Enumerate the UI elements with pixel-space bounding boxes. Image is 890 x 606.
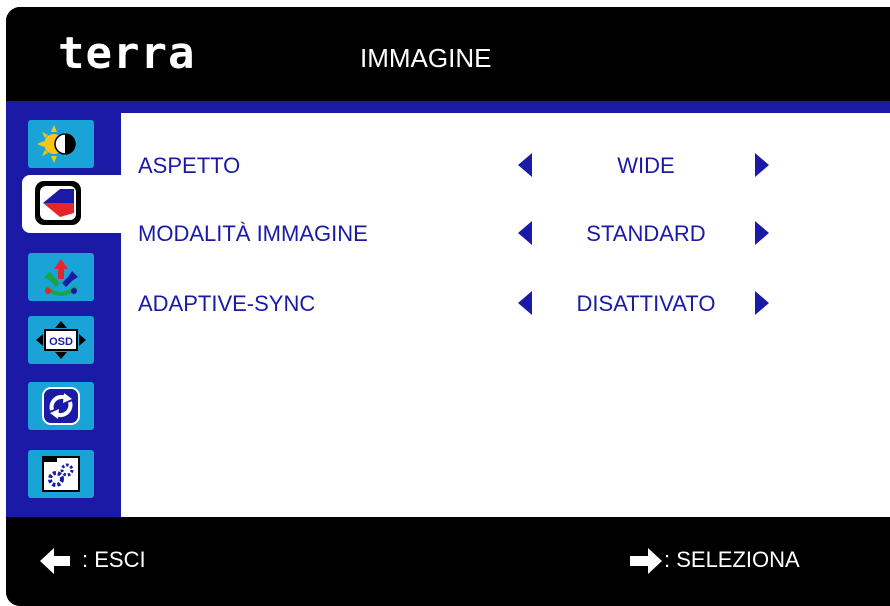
right-arrow-icon[interactable] [755, 291, 769, 315]
sidebar-item-osd[interactable]: OSD [28, 316, 94, 364]
menu-row-picture-mode[interactable]: MODALITÀ IMMAGINE STANDARD [121, 219, 890, 249]
row-value: WIDE [617, 153, 675, 178]
sidebar-item-color[interactable] [28, 253, 94, 301]
left-arrow-icon[interactable] [518, 291, 532, 315]
image-setup-icon [35, 181, 81, 225]
svg-text:OSD: OSD [49, 336, 73, 348]
menu-row-adaptive-sync[interactable]: ADAPTIVE-SYNC DISATTIVATO [121, 289, 890, 319]
header-divider [6, 101, 890, 113]
osd-icon: OSD [36, 321, 86, 359]
osd-window: terra IMMAGINE OSD ASPETTO WIDE MODALITÀ… [6, 7, 890, 606]
arrow-left-icon [40, 548, 70, 574]
sidebar: OSD [6, 113, 121, 517]
menu-row-aspect[interactable]: ASPETTO WIDE [121, 151, 890, 181]
left-arrow-icon[interactable] [518, 153, 532, 177]
exit-label: : ESCI [82, 547, 146, 572]
select-label: : SELEZIONA [664, 547, 800, 572]
sun-contrast-icon [37, 125, 76, 163]
sidebar-item-image[interactable] [22, 175, 121, 233]
gears-icon [42, 456, 80, 492]
footer: : ESCI : SELEZIONA [6, 517, 890, 606]
menu-panel: ASPETTO WIDE MODALITÀ IMMAGINE STANDARD … [121, 113, 890, 517]
reset-icon [42, 387, 80, 425]
sidebar-item-brightness[interactable] [28, 120, 94, 168]
right-arrow-icon[interactable] [755, 221, 769, 245]
row-label: ADAPTIVE-SYNC [138, 291, 316, 316]
row-value: DISATTIVATO [576, 291, 716, 316]
page-title: IMMAGINE [360, 43, 492, 73]
sidebar-item-extra[interactable] [28, 450, 94, 498]
color-icon [44, 259, 78, 296]
row-label: MODALITÀ IMMAGINE [138, 221, 368, 246]
right-arrow-icon[interactable] [755, 153, 769, 177]
left-arrow-icon[interactable] [518, 221, 532, 245]
header: terra IMMAGINE [6, 7, 890, 101]
arrow-right-icon [630, 548, 662, 574]
row-label: ASPETTO [138, 153, 241, 178]
sidebar-item-reset[interactable] [28, 382, 94, 430]
brand-logo: terra [58, 28, 196, 79]
row-value: STANDARD [586, 221, 706, 246]
